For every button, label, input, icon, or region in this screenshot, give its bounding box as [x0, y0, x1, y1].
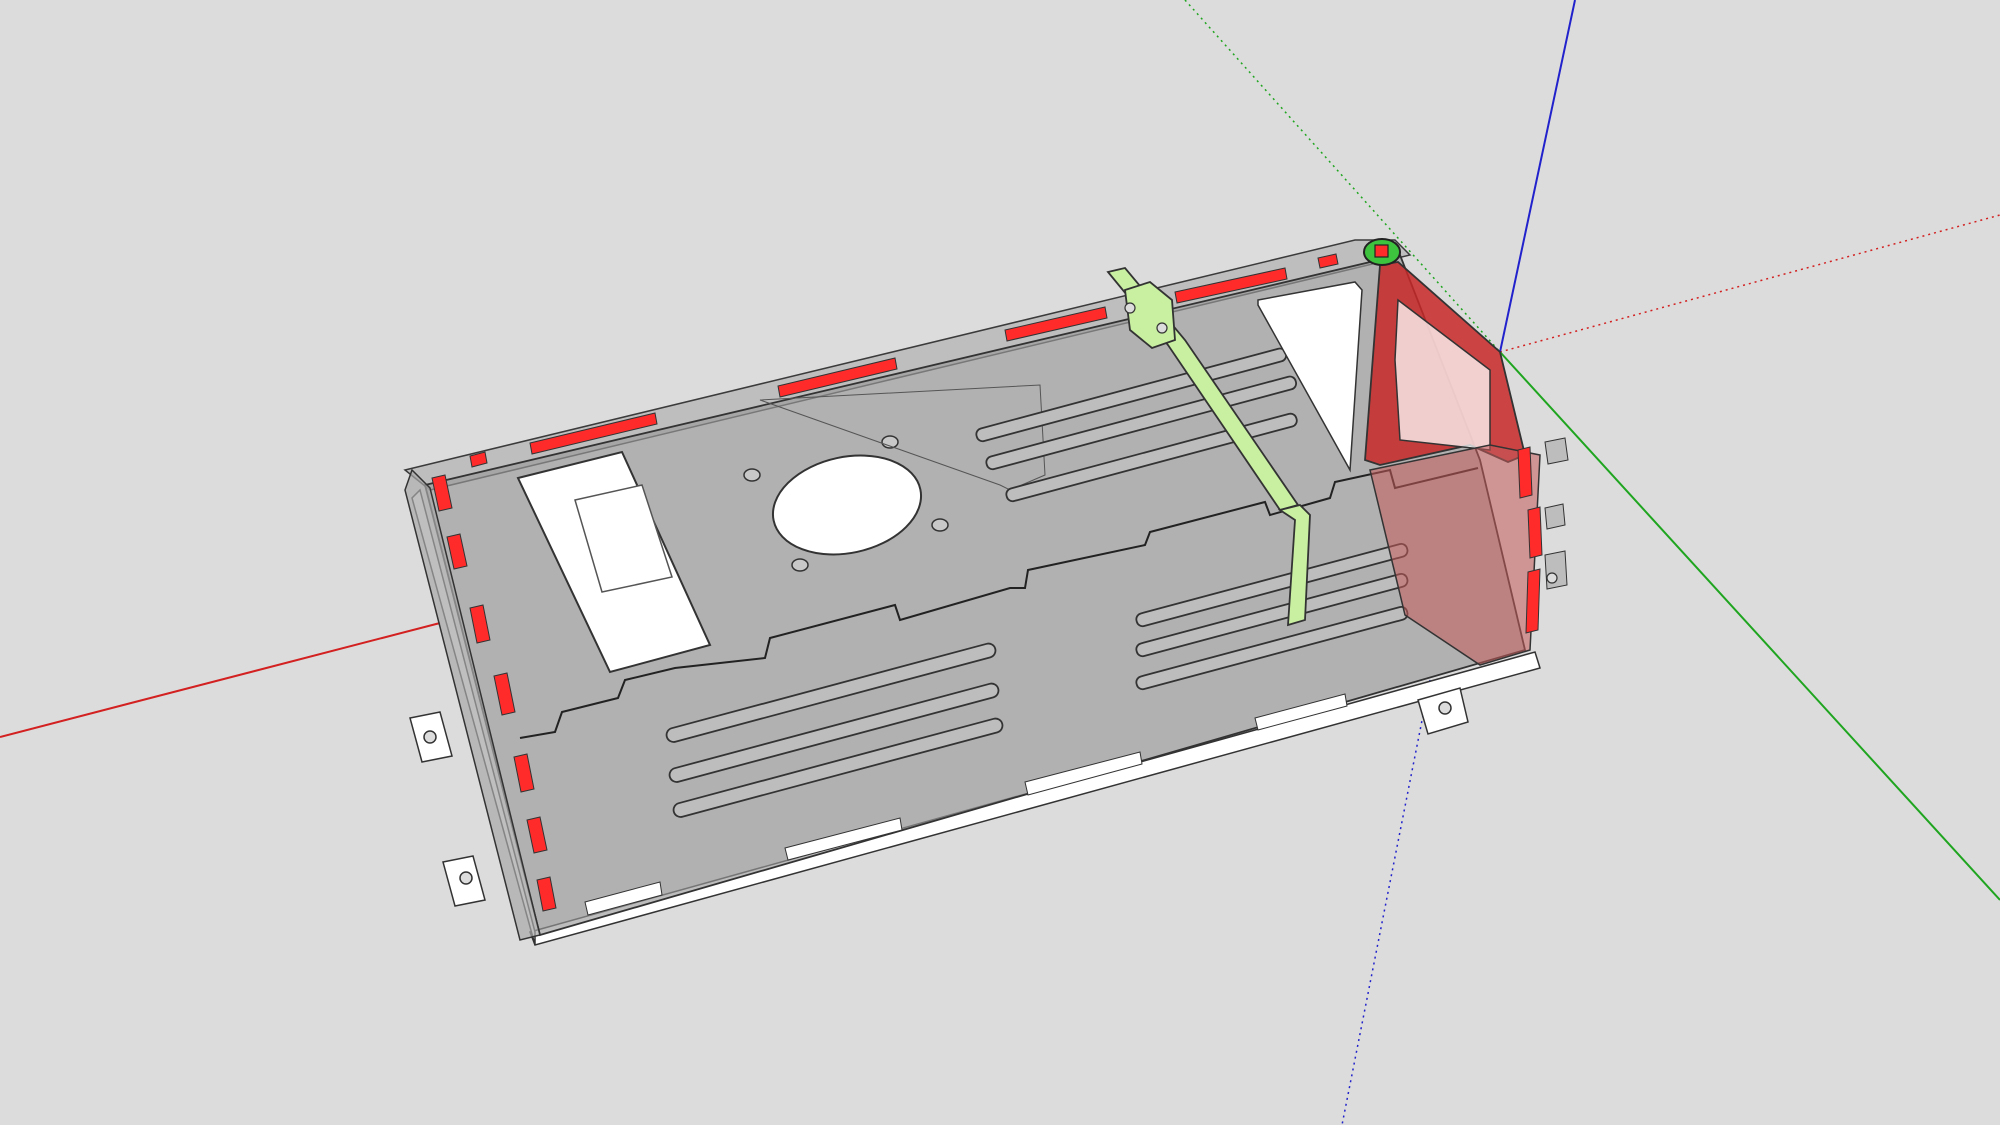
- right-end-hole: [1546, 572, 1558, 584]
- mounting-hole-left-2: [459, 871, 473, 885]
- modeling-viewport[interactable]: [0, 0, 2000, 1125]
- bracket-hole-2: [1156, 322, 1168, 334]
- scene-canvas[interactable]: [0, 0, 2000, 1125]
- bracket-hole-1: [1124, 302, 1136, 314]
- red-axis-line: [0, 622, 441, 738]
- green-axis-line: [1499, 351, 2000, 901]
- mounting-hole-left-1: [423, 730, 437, 744]
- hinge-knob[interactable]: [1363, 238, 1401, 266]
- mounting-hole-right: [1438, 701, 1452, 715]
- red-axis-dotted: [1499, 214, 2000, 353]
- enclosure-body[interactable]: [403, 238, 1569, 941]
- blue-axis-line: [1499, 0, 1576, 353]
- blue-axis-dotted: [1341, 679, 1431, 1125]
